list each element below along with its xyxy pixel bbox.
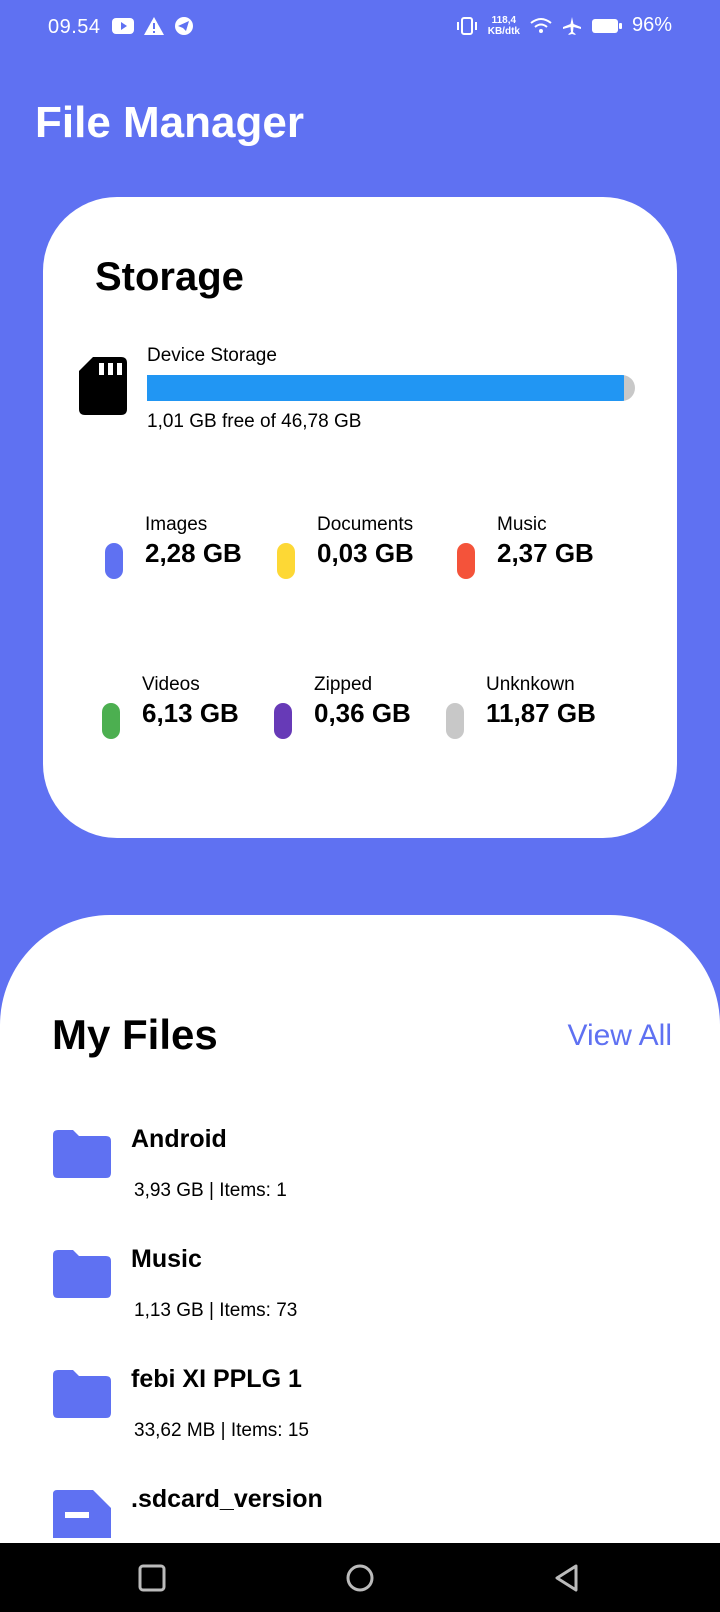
file-name: Android: [131, 1125, 227, 1153]
view-all-link[interactable]: View All: [567, 1019, 672, 1053]
youtube-icon: [112, 18, 134, 34]
storage-free-text: 1,01 GB free of 46,78 GB: [147, 411, 362, 432]
device-storage-label: Device Storage: [147, 345, 277, 366]
back-button-icon[interactable]: [552, 1563, 582, 1593]
airplane-icon: [562, 16, 581, 35]
category-name: Images: [145, 514, 208, 535]
category-color-pill: [277, 543, 295, 579]
status-bar: 09.54 118,4 KB/dtk 96%: [0, 0, 720, 56]
category-size: 2,28 GB: [145, 538, 242, 568]
category-size: 0,03 GB: [317, 538, 414, 568]
category-name: Zipped: [314, 674, 373, 695]
category-name: Videos: [142, 674, 200, 695]
file-meta: 1,13 GB | Items: 73: [134, 1300, 298, 1321]
file-row-android[interactable]: Android 3,93 GB | Items: 1: [0, 1125, 720, 1230]
file-row-sdcard-version[interactable]: .sdcard_version: [0, 1485, 720, 1543]
storage-card: Storage Device Storage 1,01 GB free of 4…: [43, 197, 677, 838]
home-button-icon[interactable]: [345, 1563, 375, 1593]
battery-icon: [591, 18, 622, 33]
file-name: febi XI PPLG 1: [131, 1365, 302, 1393]
category-size: 2,37 GB: [497, 538, 594, 568]
category-name: Unknkown: [486, 674, 575, 695]
storage-title: Storage: [95, 255, 244, 299]
system-nav-bar: [0, 1543, 720, 1612]
category-color-pill: [102, 703, 120, 739]
storage-usage-bar: [147, 375, 635, 401]
telegram-icon: [175, 17, 193, 35]
status-time: 09.54: [48, 16, 101, 38]
recents-button-icon[interactable]: [137, 1563, 167, 1593]
vibrate-icon: [456, 16, 477, 35]
battery-percent: 96%: [631, 14, 672, 36]
net-speed: 118,4 KB/dtk: [487, 14, 520, 37]
category-color-pill: [457, 543, 475, 579]
folder-icon: [53, 1130, 111, 1178]
warning-icon: [144, 17, 164, 35]
category-color-pill: [105, 543, 123, 579]
file-row-febi[interactable]: febi XI PPLG 1 33,62 MB | Items: 15: [0, 1365, 720, 1470]
category-name: Documents: [317, 514, 414, 535]
storage-usage-fill: [147, 375, 625, 401]
app-title: File Manager: [35, 98, 304, 147]
file-meta: 33,62 MB | Items: 15: [134, 1420, 309, 1441]
sd-card-icon: [79, 357, 127, 415]
category-size: 11,87 GB: [486, 698, 596, 728]
file-row-music[interactable]: Music 1,13 GB | Items: 73: [0, 1245, 720, 1350]
category-color-pill: [274, 703, 292, 739]
my-files-title: My Files: [52, 1011, 218, 1058]
file-meta: 3,93 GB | Items: 1: [134, 1180, 287, 1201]
category-size: 6,13 GB: [142, 698, 239, 728]
category-name: Music: [497, 514, 547, 535]
my-files-panel: My Files View All Android 3,93 GB | Item…: [0, 915, 720, 1543]
category-color-pill: [446, 703, 464, 739]
folder-icon: [53, 1250, 111, 1298]
folder-icon: [53, 1370, 111, 1418]
file-name: Music: [131, 1245, 202, 1273]
wifi-icon: [530, 17, 552, 33]
file-name: .sdcard_version: [131, 1485, 323, 1513]
file-icon: [53, 1490, 111, 1538]
category-size: 0,36 GB: [314, 698, 411, 728]
